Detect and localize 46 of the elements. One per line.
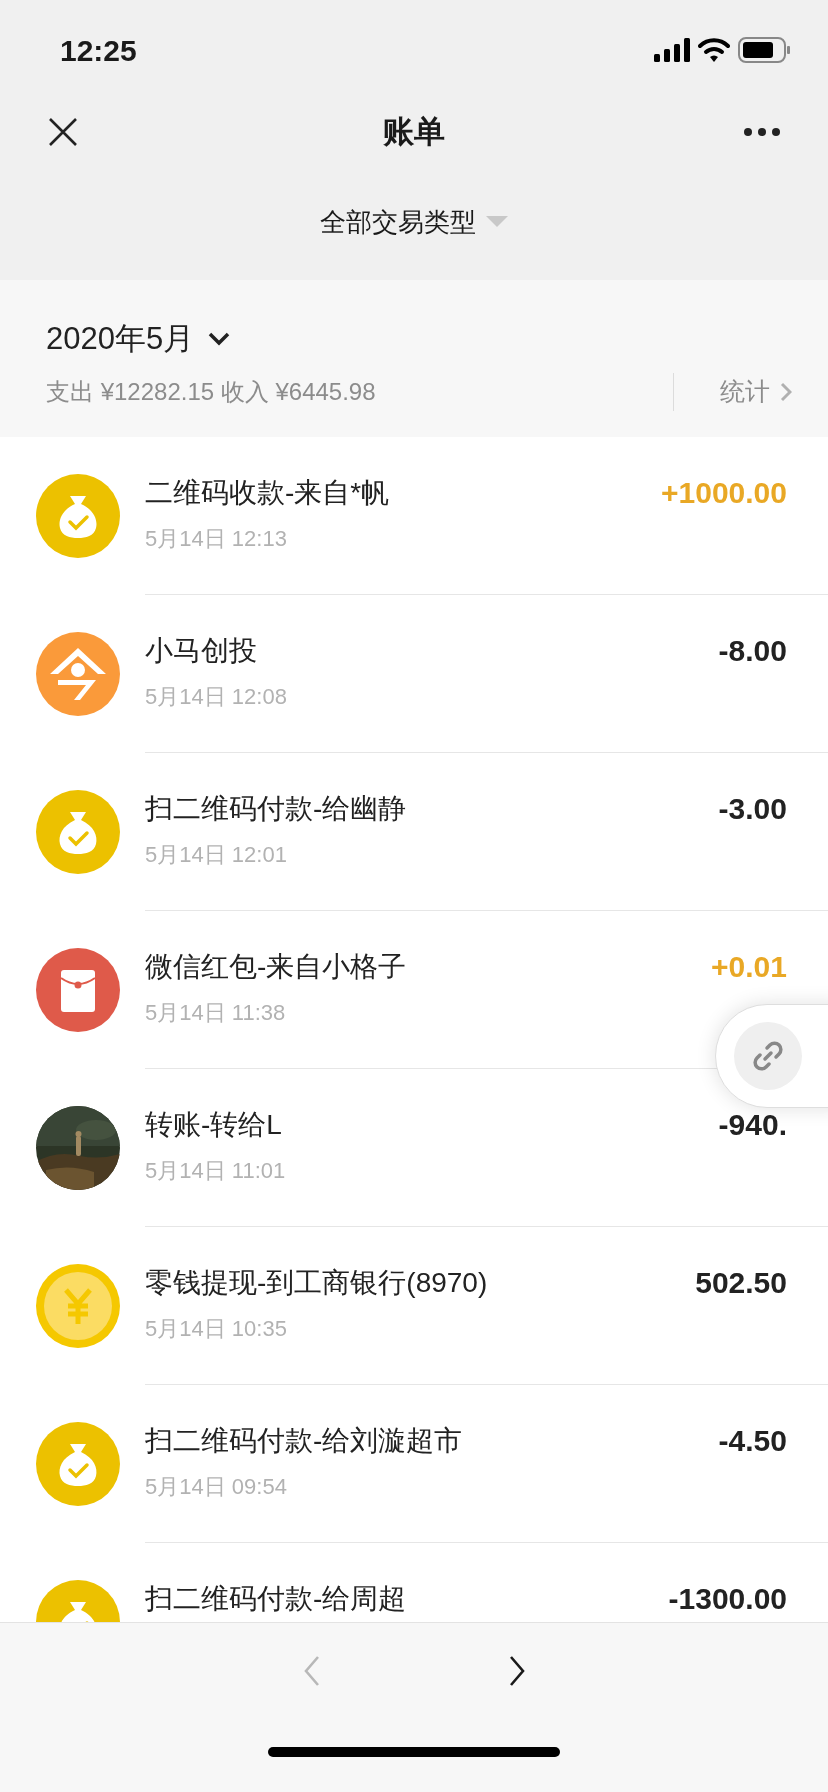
yuan-coin-icon — [36, 1264, 120, 1348]
transaction-time: 5月14日 11:38 — [145, 999, 287, 1027]
caret-icon — [486, 216, 508, 228]
chevron-icon — [208, 332, 231, 347]
transaction-amount: -4.50 — [718, 1423, 787, 1459]
transaction-title: 微信红包-来自小格子 — [145, 950, 407, 984]
transaction-title: 转账-转给L — [145, 1108, 283, 1142]
transaction-amount: -940. — [718, 1107, 787, 1143]
transaction-time: 5月14日 09:54 — [145, 1473, 288, 1501]
transaction-title: 扫二维码付款-给刘漩超市 — [145, 1424, 463, 1458]
status-time: 12:25 — [60, 32, 137, 69]
battery-icon — [738, 37, 790, 63]
transaction-row[interactable]: 零钱提现-到工商银行(8970) 5月14日 10:35 502.50 — [0, 1227, 828, 1385]
transaction-title: 扫二维码付款-给周超 — [145, 1582, 407, 1616]
transaction-time: 5月14日 12:01 — [145, 841, 288, 869]
month-picker[interactable]: 2020年5月 — [46, 316, 231, 363]
transaction-amount: +0.01 — [711, 949, 787, 985]
transaction-type-dropdown[interactable]: 全部交易类型 — [320, 202, 508, 242]
transaction-time: 5月14日 12:13 — [145, 525, 288, 553]
transaction-amount: -8.00 — [718, 633, 787, 669]
signal-icon — [654, 38, 690, 62]
transaction-row[interactable]: 小马创投 5月14日 12:08 -8.00 — [0, 595, 828, 753]
transaction-time: 5月14日 12:08 — [145, 683, 287, 711]
transaction-row[interactable]: 扫二维码付款-给刘漩超市 5月14日 09:54 -4.50 — [0, 1385, 828, 1543]
wifi-icon — [698, 38, 730, 62]
transaction-amount: -1300.00 — [668, 1581, 787, 1617]
ellipsis-icon — [743, 127, 781, 137]
money-bag-icon — [36, 474, 120, 558]
money-bag-icon — [36, 1422, 120, 1506]
page-title: 账单 — [383, 112, 445, 151]
envelope-icon — [36, 948, 120, 1032]
transaction-amount: 502.50 — [695, 1265, 787, 1301]
transaction-amount: +1000.00 — [661, 475, 787, 511]
chevron-icon — [780, 381, 792, 402]
transaction-title: 小马创投 — [145, 634, 258, 668]
transaction-amount: -3.00 — [718, 791, 787, 827]
money-bag-icon — [36, 790, 120, 874]
transaction-title: 扫二维码付款-给幽静 — [145, 792, 407, 826]
house-icon — [36, 632, 120, 716]
transaction-row[interactable]: 扫二维码付款-给幽静 5月14日 12:01 -3.00 — [0, 753, 828, 911]
transaction-time: 5月14日 10:35 — [145, 1315, 288, 1343]
transaction-row[interactable]: 二维码收款-来自*帆 5月14日 12:13 +1000.00 — [0, 437, 828, 595]
transaction-title: 二维码收款-来自*帆 — [145, 476, 390, 510]
month-summary: 支出 ¥12282.15 收入 ¥6445.98 — [46, 376, 376, 407]
transaction-title: 零钱提现-到工商银行(8970) — [145, 1266, 488, 1300]
transaction-time: 5月14日 11:01 — [145, 1157, 286, 1185]
